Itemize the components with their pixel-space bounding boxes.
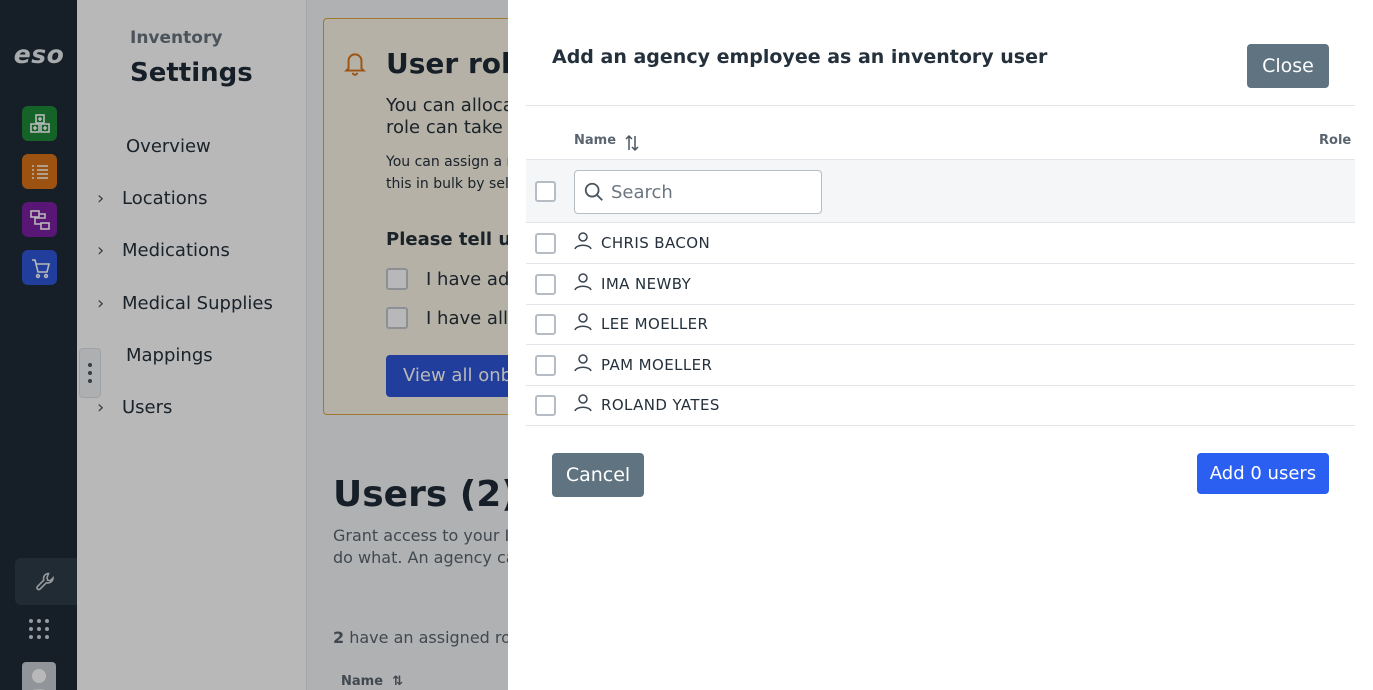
add-users-button[interactable]: Add 0 users	[1197, 453, 1329, 494]
search-box[interactable]	[574, 170, 822, 214]
column-header-role[interactable]: Role	[1319, 133, 1351, 148]
table-row[interactable]: LEE MOELLER	[526, 304, 1355, 345]
employee-name: PAM MOELLER	[601, 356, 713, 374]
table-row[interactable]: CHRIS BACON	[526, 223, 1355, 264]
person-icon	[574, 354, 592, 372]
employee-name: IMA NEWBY	[601, 275, 692, 293]
search-input[interactable]	[611, 181, 811, 203]
close-button[interactable]: Close	[1247, 44, 1329, 88]
employee-name: CHRIS BACON	[601, 234, 711, 252]
sort-icon[interactable]	[624, 133, 640, 153]
person-icon	[574, 273, 592, 291]
person-icon	[574, 232, 592, 250]
row-checkbox[interactable]	[535, 233, 556, 254]
employee-name: LEE MOELLER	[601, 315, 709, 333]
divider	[526, 105, 1355, 106]
filter-row	[526, 159, 1355, 223]
row-checkbox[interactable]	[535, 274, 556, 295]
table-row[interactable]: IMA NEWBY	[526, 264, 1355, 305]
employee-name: ROLAND YATES	[601, 396, 720, 414]
select-all-checkbox[interactable]	[535, 181, 556, 202]
table-row[interactable]: PAM MOELLER	[526, 345, 1355, 386]
row-checkbox[interactable]	[535, 314, 556, 335]
row-checkbox[interactable]	[535, 395, 556, 416]
modal-backdrop[interactable]	[0, 0, 508, 690]
drawer-title: Add an agency employee as an inventory u…	[552, 46, 1048, 68]
person-icon	[574, 313, 592, 331]
person-icon	[574, 394, 592, 412]
column-header-name[interactable]: Name	[574, 133, 616, 148]
table-row[interactable]: ROLAND YATES	[526, 385, 1355, 426]
add-user-drawer: Add an agency employee as an inventory u…	[508, 0, 1373, 690]
cancel-button[interactable]: Cancel	[552, 453, 644, 497]
search-icon	[584, 182, 603, 201]
row-checkbox[interactable]	[535, 355, 556, 376]
